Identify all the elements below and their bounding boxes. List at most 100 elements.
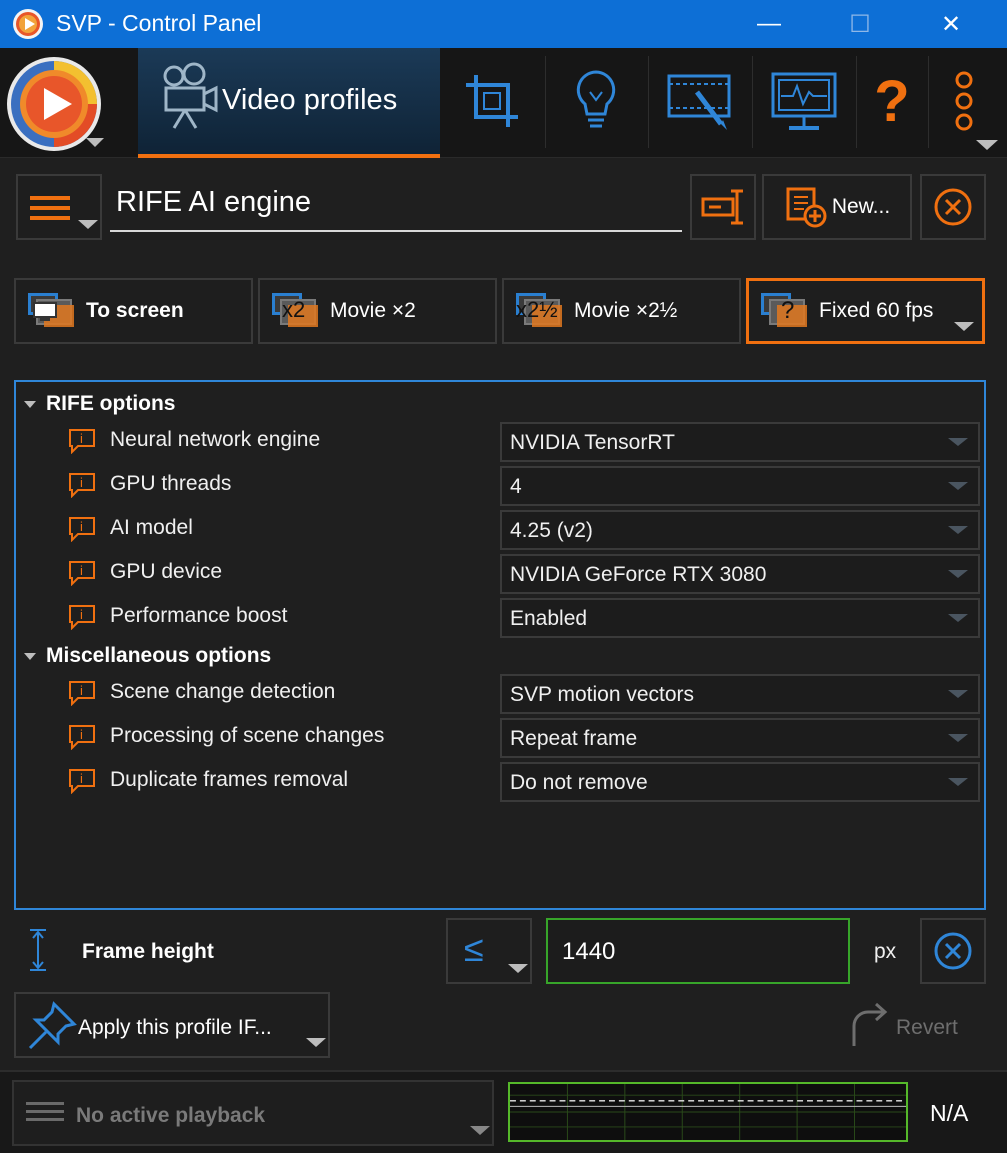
minimize-icon: — — [757, 10, 781, 37]
tab-monitor[interactable] — [754, 48, 854, 154]
playback-status-label: No active playback — [76, 1104, 266, 1127]
tab-more[interactable] — [914, 48, 1007, 154]
pin-icon — [28, 1001, 77, 1050]
title-bar: SVP - Control Panel — ☐ ✕ — [0, 0, 1007, 48]
info-icon: i — [69, 605, 95, 630]
preset-label: Movie ×2½ — [574, 299, 678, 322]
section-header-rife[interactable]: RIFE options — [24, 392, 176, 416]
screen-stack-icon — [26, 291, 80, 331]
preset-movie-x2-5-button[interactable]: x2½ Movie ×2½ — [502, 278, 741, 344]
revert-button[interactable]: Revert — [848, 1002, 978, 1050]
chevron-down-icon — [470, 1126, 490, 1135]
frame-height-input[interactable]: 1440 — [546, 918, 850, 984]
vertical-resize-icon — [30, 929, 46, 971]
duplicate-frames-removal-select[interactable]: Do not remove — [500, 762, 980, 802]
section-header-misc[interactable]: Miscellaneous options — [24, 644, 271, 668]
chevron-down-icon — [948, 438, 968, 446]
profile-menu-button[interactable] — [16, 174, 102, 240]
main-toolbar: Video profiles ? — [0, 48, 1007, 158]
option-label: Duplicate frames removal — [110, 768, 349, 791]
neural-network-engine-select[interactable]: NVIDIA TensorRT — [500, 422, 980, 462]
option-row: i Processing of scene changes Repeat fra… — [16, 716, 984, 760]
info-icon: i — [69, 725, 95, 750]
tab-crop[interactable] — [442, 48, 542, 154]
close-icon: ✕ — [940, 10, 962, 38]
svg-text:i: i — [80, 771, 83, 786]
option-row: i GPU device NVIDIA GeForce RTX 3080 — [16, 552, 984, 596]
maximize-button[interactable]: ☐ — [825, 0, 895, 48]
option-row: i GPU threads 4 — [16, 464, 984, 508]
chevron-down-icon — [948, 570, 968, 578]
active-playback-select[interactable]: No active playback — [12, 1080, 494, 1146]
info-icon: i — [69, 769, 95, 794]
close-circle-icon — [934, 932, 972, 970]
frame-rate-graph — [508, 1082, 908, 1142]
toolbar-separator — [752, 56, 753, 148]
info-icon: i — [69, 517, 95, 542]
svg-text:i: i — [80, 475, 83, 490]
more-icon — [955, 71, 973, 131]
apply-profile-label: Apply this profile IF... — [78, 1016, 272, 1039]
maximize-icon: ☐ — [849, 10, 871, 38]
monitor-icon — [771, 72, 837, 130]
option-label: Performance boost — [110, 604, 288, 627]
delete-profile-button[interactable] — [920, 174, 986, 240]
window-title: SVP - Control Panel — [56, 10, 262, 36]
performance-boost-select[interactable]: Enabled — [500, 598, 980, 638]
clear-condition-button[interactable] — [920, 918, 986, 984]
movie-camera-icon — [163, 62, 218, 129]
svg-text:i: i — [80, 431, 83, 446]
minimize-button[interactable]: — — [734, 0, 804, 48]
chevron-down-icon — [954, 322, 974, 331]
new-document-icon — [786, 187, 827, 228]
hamburger-icon — [30, 196, 70, 226]
option-row: i Performance boost Enabled — [16, 596, 984, 640]
help-icon: ? — [874, 68, 910, 134]
toolbar-separator — [648, 56, 649, 148]
status-bar: No active playback N/A — [0, 1070, 1007, 1153]
comparison-operator-select[interactable]: ≤ — [446, 918, 532, 984]
scene-change-detection-select[interactable]: SVP motion vectors — [500, 674, 980, 714]
preset-movie-x2-button[interactable]: x2 Movie ×2 — [258, 278, 497, 344]
chevron-down-icon — [948, 734, 968, 742]
frame-height-label: Frame height — [82, 940, 214, 963]
custom-fps-icon: ? — [759, 291, 813, 331]
option-label: GPU device — [110, 560, 223, 583]
svg-text:i: i — [80, 563, 83, 578]
scene-changes-processing-select[interactable]: Repeat frame — [500, 718, 980, 758]
gpu-threads-select[interactable]: 4 — [500, 466, 980, 506]
tab-tips[interactable] — [546, 48, 646, 154]
new-profile-button[interactable]: New... — [762, 174, 912, 240]
chevron-down-icon — [948, 614, 968, 622]
option-label: Processing of scene changes — [110, 724, 385, 747]
lightbulb-icon — [576, 70, 616, 128]
info-icon: i — [69, 681, 95, 706]
preset-label: Movie ×2 — [330, 299, 416, 322]
option-row: i Neural network engine NVIDIA TensorRT — [16, 420, 984, 464]
rename-profile-button[interactable] — [690, 174, 756, 240]
close-circle-icon — [934, 188, 972, 226]
svg-text:i: i — [80, 683, 83, 698]
chevron-down-icon — [508, 964, 528, 973]
option-row: i Duplicate frames removal Do not remove — [16, 760, 984, 804]
ai-model-select[interactable]: 4.25 (v2) — [500, 510, 980, 550]
chevron-down-icon — [948, 778, 968, 786]
close-window-button[interactable]: ✕ — [916, 0, 986, 48]
revert-label: Revert — [896, 1016, 958, 1039]
preset-to-screen-button[interactable]: To screen — [14, 278, 253, 344]
gpu-device-select[interactable]: NVIDIA GeForce RTX 3080 — [500, 554, 980, 594]
rename-icon — [701, 189, 743, 225]
frame-height-unit: px — [874, 940, 897, 963]
tab-video-profiles-label: Video profiles — [222, 84, 398, 116]
apply-profile-if-button[interactable]: Apply this profile IF... — [14, 992, 330, 1058]
svg-text:i: i — [80, 727, 83, 742]
preset-fixed-60-fps-button[interactable]: ? Fixed 60 fps — [746, 278, 985, 344]
tab-video-edit[interactable] — [650, 48, 750, 154]
collapse-arrow-icon — [24, 652, 36, 660]
tab-video-profiles[interactable]: Video profiles — [138, 48, 440, 158]
svp-app-icon — [13, 9, 43, 39]
profile-name-input[interactable]: RIFE AI engine — [110, 176, 682, 232]
chevron-down-icon — [948, 526, 968, 534]
chevron-down-icon — [306, 1038, 326, 1047]
svg-text:i: i — [80, 607, 83, 622]
